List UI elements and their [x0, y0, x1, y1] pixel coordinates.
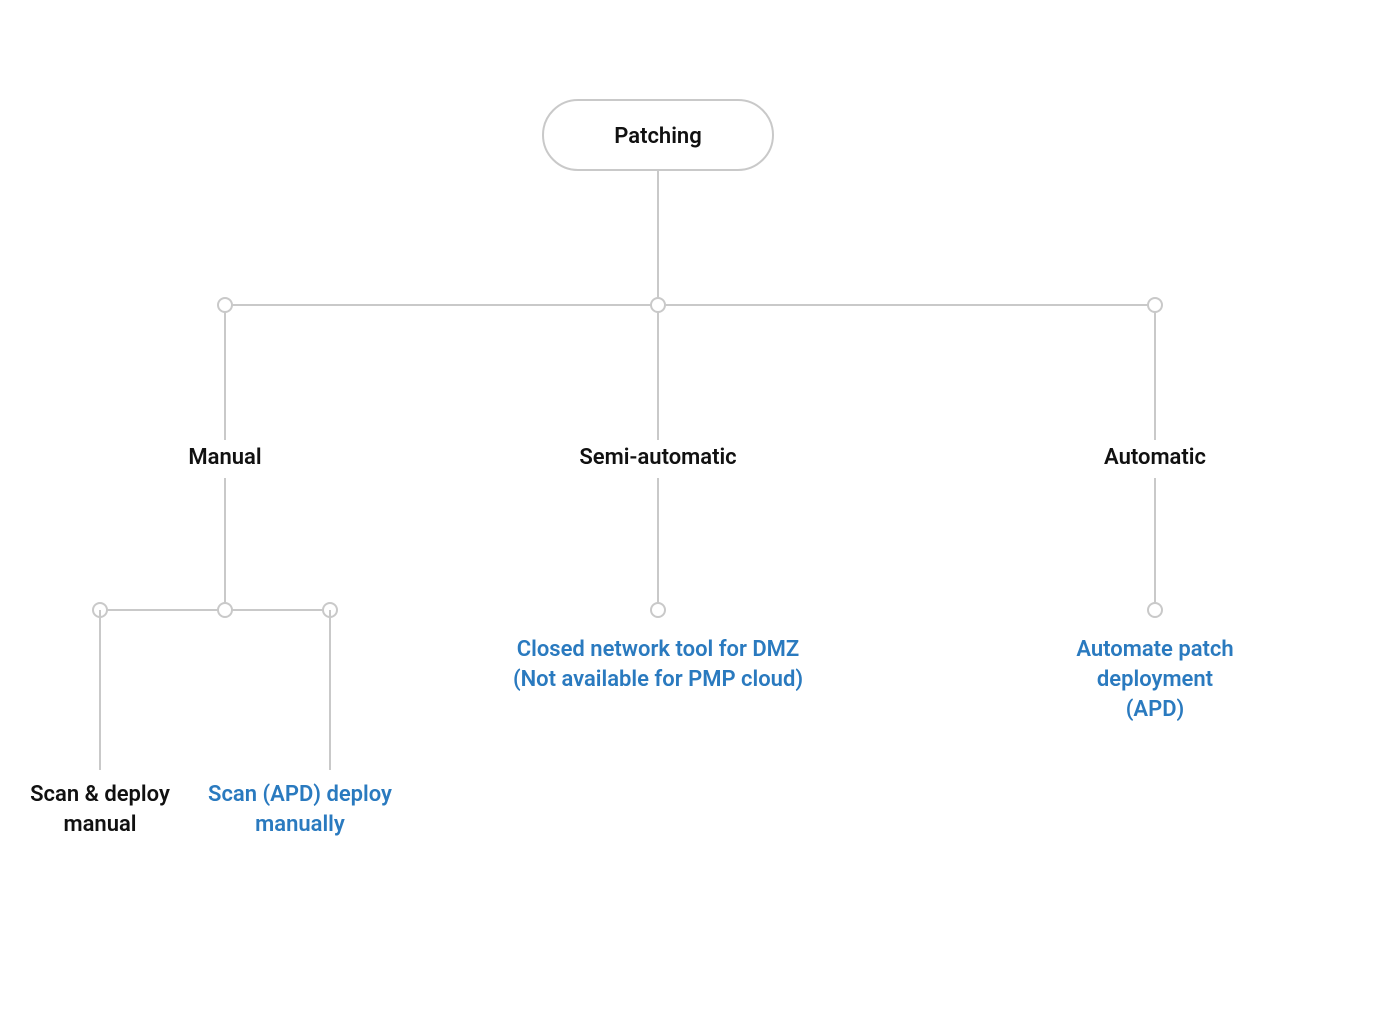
junction-dot [651, 603, 665, 617]
root-label: Patching [614, 124, 701, 149]
junction-dot [1148, 603, 1162, 617]
automatic-leaf-line1[interactable]: Automate patch [1076, 637, 1233, 662]
semi-automatic-label: Semi-automatic [579, 445, 736, 470]
manual-child1-line2: manual [63, 812, 136, 837]
junction-dot [651, 298, 665, 312]
patching-diagram: Patching Manual Semi-automatic Automatic… [0, 0, 1400, 1015]
automatic-label: Automatic [1104, 445, 1206, 470]
junction-dot [1148, 298, 1162, 312]
manual-child2-line2[interactable]: manually [255, 812, 345, 837]
semi-automatic-leaf-line2[interactable]: (Not available for PMP cloud) [513, 667, 803, 692]
automatic-leaf-line3[interactable]: (APD) [1126, 697, 1185, 722]
manual-child1-line1: Scan & deploy [30, 782, 170, 807]
junction-dot [218, 603, 232, 617]
junction-dot [218, 298, 232, 312]
manual-label: Manual [188, 445, 261, 470]
semi-automatic-leaf-line1[interactable]: Closed network tool for DMZ [517, 637, 800, 662]
manual-child2-line1[interactable]: Scan (APD) deploy [208, 782, 392, 807]
automatic-leaf-line2[interactable]: deployment [1097, 667, 1213, 692]
